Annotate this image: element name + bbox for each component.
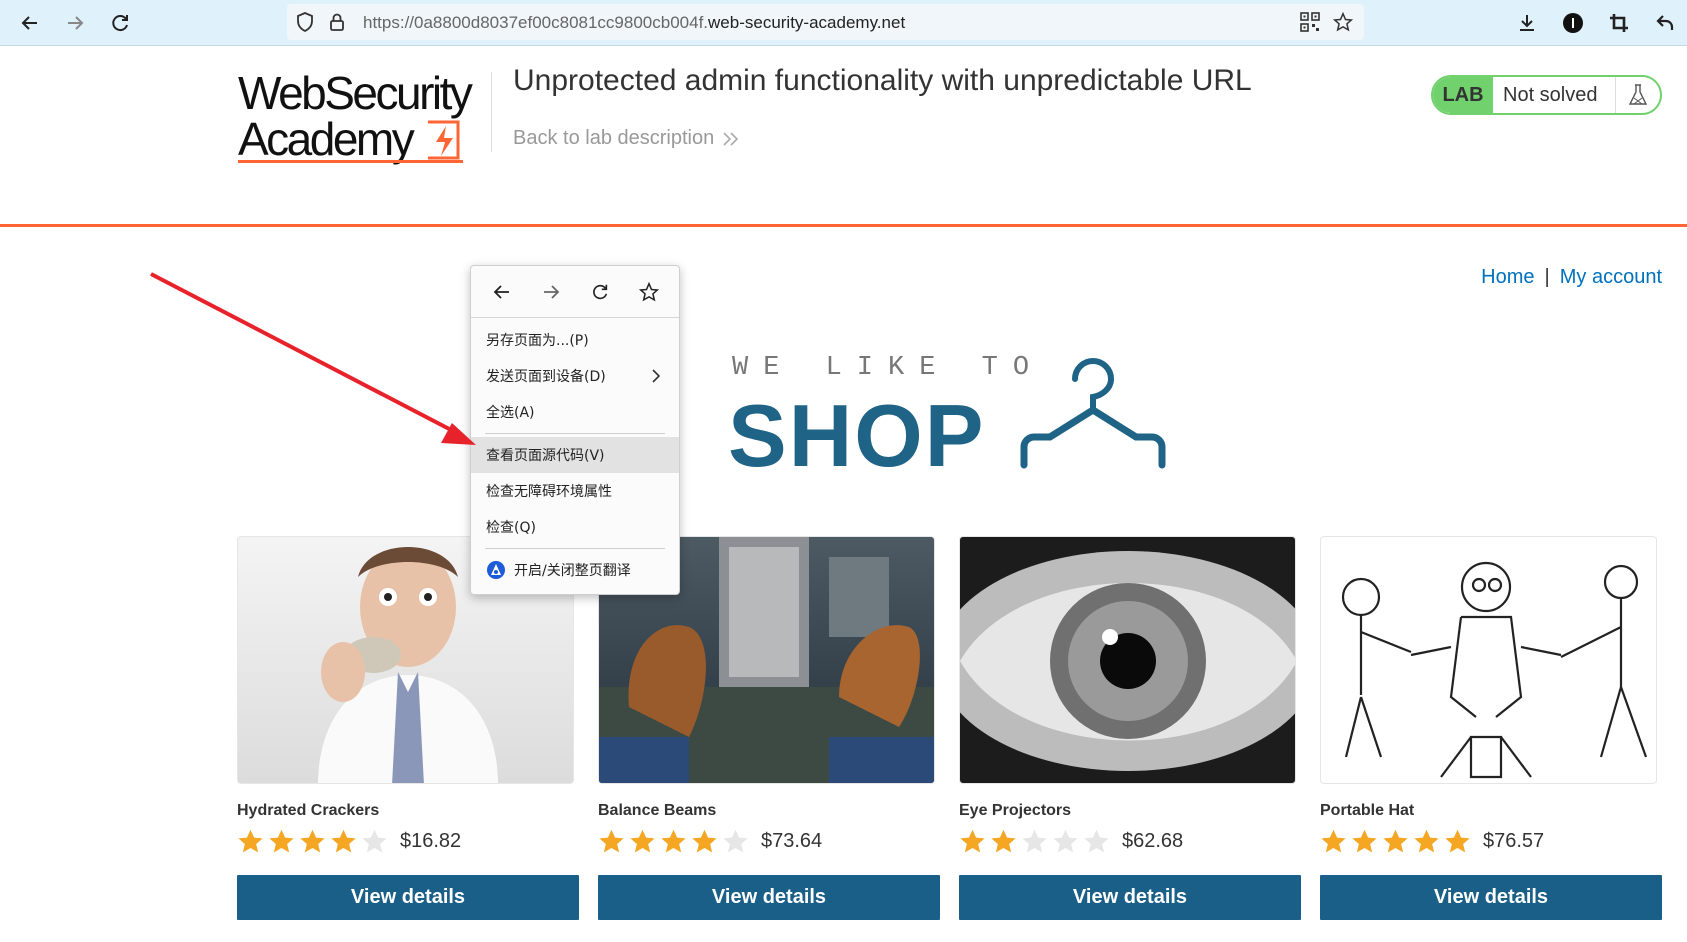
menu-item-label: 开启/关闭整页翻译 xyxy=(514,563,631,579)
download-icon[interactable] xyxy=(1512,8,1542,38)
menu-separator xyxy=(485,433,665,434)
context-bookmark-star-icon[interactable] xyxy=(634,277,664,307)
menu-item-label: 检查(Q) xyxy=(486,520,536,536)
menu-item-toggle-page-translation[interactable]: 开启/关闭整页翻译 xyxy=(471,552,679,588)
product-rating: $76.57 xyxy=(1320,827,1662,855)
product-name: Portable Hat xyxy=(1320,802,1415,819)
back-icon[interactable] xyxy=(15,8,45,38)
qr-code-icon[interactable] xyxy=(1298,10,1322,34)
view-details-button[interactable]: View details xyxy=(598,875,940,920)
chevron-right-icon xyxy=(652,369,661,383)
lab-status-text: Not solved xyxy=(1493,77,1616,113)
double-chevron-right-icon xyxy=(723,131,739,146)
translate-icon xyxy=(487,561,505,579)
crop-icon[interactable] xyxy=(1604,8,1634,38)
password-manager-icon[interactable] xyxy=(1558,8,1588,38)
logo-line-1: WebSecurity xyxy=(238,67,473,119)
lab-title: Unprotected admin functionality with unp… xyxy=(513,64,1252,97)
product-image-portable-hat[interactable] xyxy=(1320,536,1657,784)
banner-shop-title: SHOP xyxy=(728,386,986,485)
logo-underline xyxy=(238,160,463,163)
top-navigation: Home | My account xyxy=(1481,266,1662,289)
product-price: $76.57 xyxy=(1483,829,1545,852)
my-account-link[interactable]: My account xyxy=(1560,266,1662,289)
star-filled-icon xyxy=(960,829,985,852)
menu-item-label: 发送页面到设备(D) xyxy=(486,369,606,385)
forward-icon[interactable] xyxy=(60,8,90,38)
context-menu-nav-row xyxy=(471,266,679,318)
star-filled-icon xyxy=(1445,829,1470,852)
back-to-lab-description-link[interactable]: Back to lab description xyxy=(513,127,740,150)
menu-item-label: 检查无障碍环境属性 xyxy=(486,484,612,500)
star-filled-icon xyxy=(269,829,294,852)
star-empty-icon xyxy=(1053,829,1078,852)
product-name: Hydrated Crackers xyxy=(237,802,380,819)
product-name: Balance Beams xyxy=(598,802,717,819)
reload-icon[interactable] xyxy=(105,8,135,38)
product-card: Portable Hat $76.57 View details xyxy=(1320,536,1662,920)
star-bookmark-icon[interactable] xyxy=(1331,10,1355,34)
star-filled-icon xyxy=(630,829,655,852)
star-filled-icon xyxy=(599,829,624,852)
product-price: $73.64 xyxy=(761,829,823,852)
menu-separator xyxy=(485,548,665,549)
shield-icon[interactable] xyxy=(293,10,317,34)
menu-item-label: 另存页面为...(P) xyxy=(486,333,589,349)
home-link[interactable]: Home xyxy=(1481,266,1534,289)
star-filled-icon xyxy=(1383,829,1408,852)
banner-tagline: WE LIKE TO xyxy=(732,353,1045,383)
star-empty-icon xyxy=(1022,829,1047,852)
star-filled-icon xyxy=(238,829,263,852)
flask-icon xyxy=(1616,77,1660,113)
clothes-hanger-icon xyxy=(1020,358,1166,469)
product-card: Eye Projectors $62.68 View details xyxy=(959,536,1301,920)
back-link-label: Back to lab description xyxy=(513,127,715,149)
product-image-eye-projectors[interactable] xyxy=(959,536,1296,784)
star-filled-icon xyxy=(991,829,1016,852)
context-back-icon[interactable] xyxy=(487,277,517,307)
product-rating: $16.82 xyxy=(237,827,579,855)
menu-item-view-page-source[interactable]: 查看页面源代码(V) xyxy=(471,437,679,473)
undo-icon[interactable] xyxy=(1650,8,1680,38)
header-orange-rule xyxy=(0,224,1687,227)
context-menu: 另存页面为...(P) 发送页面到设备(D) 全选(A) 查看页面源代码(V) … xyxy=(470,265,680,595)
lab-status-widget: LAB Not solved xyxy=(1431,75,1662,115)
address-bar[interactable]: https://0a8800d8037ef00c8081cc9800cb004f… xyxy=(287,4,1364,40)
lock-icon[interactable] xyxy=(325,10,349,34)
star-filled-icon xyxy=(300,829,325,852)
logo-bolt-icon xyxy=(428,120,460,160)
star-filled-icon xyxy=(692,829,717,852)
product-price: $16.82 xyxy=(400,829,462,852)
view-details-button[interactable]: View details xyxy=(959,875,1301,920)
view-details-button[interactable]: View details xyxy=(1320,875,1662,920)
browser-toolbar: https://0a8800d8037ef00c8081cc9800cb004f… xyxy=(0,0,1687,46)
product-rating: $62.68 xyxy=(959,827,1301,855)
view-details-button[interactable]: View details xyxy=(237,875,579,920)
menu-item-send-page-to-device[interactable]: 发送页面到设备(D) xyxy=(471,358,679,394)
star-filled-icon xyxy=(1414,829,1439,852)
header-divider xyxy=(491,72,492,152)
star-empty-icon xyxy=(362,829,387,852)
product-name: Eye Projectors xyxy=(959,802,1072,819)
star-empty-icon xyxy=(1084,829,1109,852)
menu-item-label: 全选(A) xyxy=(486,405,535,421)
lab-status-tag: LAB xyxy=(1433,77,1493,113)
menu-item-select-all[interactable]: 全选(A) xyxy=(471,394,679,430)
star-empty-icon xyxy=(723,829,748,852)
product-price: $62.68 xyxy=(1122,829,1184,852)
url-text[interactable]: https://0a8800d8037ef00c8081cc9800cb004f… xyxy=(363,13,905,33)
menu-item-save-page-as[interactable]: 另存页面为...(P) xyxy=(471,322,679,358)
web-security-academy-logo[interactable]: WebSecurity Academy xyxy=(238,70,488,166)
star-filled-icon xyxy=(661,829,686,852)
star-filled-icon xyxy=(331,829,356,852)
menu-item-label: 查看页面源代码(V) xyxy=(486,448,605,464)
menu-item-inspect[interactable]: 检查(Q) xyxy=(471,509,679,545)
menu-item-inspect-accessibility[interactable]: 检查无障碍环境属性 xyxy=(471,473,679,509)
star-filled-icon xyxy=(1321,829,1346,852)
context-forward-icon[interactable] xyxy=(536,277,566,307)
product-rating: $73.64 xyxy=(598,827,940,855)
context-reload-icon[interactable] xyxy=(585,277,615,307)
star-filled-icon xyxy=(1352,829,1377,852)
nav-separator: | xyxy=(1544,266,1550,288)
